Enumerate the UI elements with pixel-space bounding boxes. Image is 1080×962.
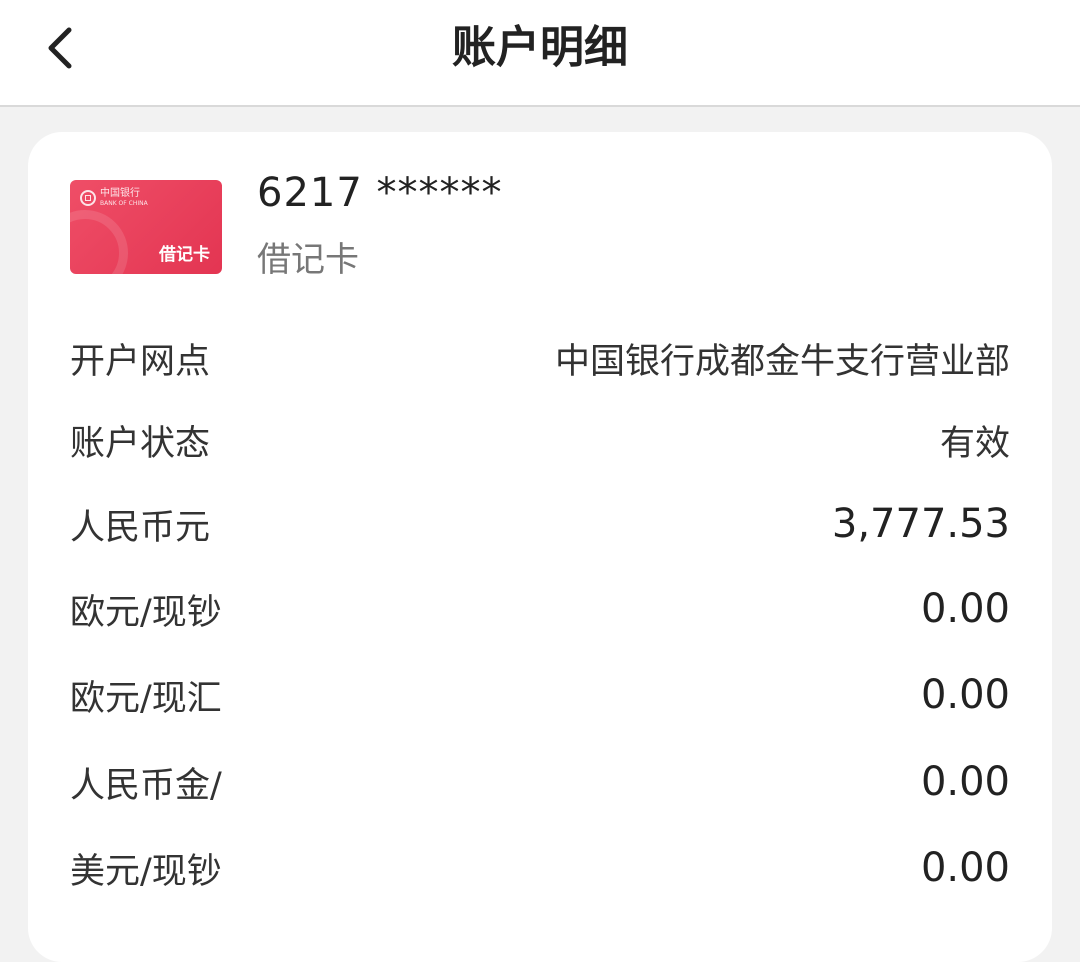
detail-value: 0.00 (920, 845, 1010, 891)
page-title: 账户明细 (452, 22, 628, 73)
detail-label: 欧元/现汇 (70, 678, 222, 719)
detail-value: 0.00 (920, 672, 1010, 718)
detail-row-cny-gold: 人民币金/ 0.00 (70, 752, 1010, 812)
card-image-type-label: 借记卡 (159, 245, 210, 265)
detail-label: 开户网点 (70, 341, 211, 382)
card-number: 6217 ****** (257, 170, 503, 216)
detail-row-usd-cash: 美元/现钞 0.00 (70, 838, 1010, 898)
detail-label: 人民币金/ (70, 765, 222, 806)
detail-row-eur-remit: 欧元/现汇 0.00 (70, 665, 1010, 725)
detail-row-branch: 开户网点 中国银行成都金牛支行营业部 (70, 328, 1010, 388)
detail-label: 人民币元 (70, 507, 211, 548)
bank-logo: 中国银行 BANK OF CHINA (80, 188, 148, 207)
detail-row-eur-cash: 欧元/现钞 0.00 (70, 579, 1010, 639)
account-detail-card: 中国银行 BANK OF CHINA 借记卡 6217 ****** 借记卡 开… (28, 132, 1052, 962)
bank-logo-icon (80, 189, 96, 206)
detail-value: 0.00 (920, 586, 1010, 632)
bank-card-image: 中国银行 BANK OF CHINA 借记卡 (70, 180, 222, 274)
detail-value: 有效 (939, 423, 1010, 464)
detail-label: 美元/现钞 (70, 851, 222, 892)
detail-value: 0.00 (920, 759, 1010, 805)
detail-value: 3,777.53 (831, 501, 1010, 547)
detail-label: 欧元/现钞 (70, 592, 222, 633)
detail-row-status: 账户状态 有效 (70, 410, 1010, 470)
bank-logo-name-en: BANK OF CHINA (100, 200, 148, 207)
detail-row-cny: 人民币元 3,777.53 (70, 494, 1010, 554)
detail-value: 中国银行成都金牛支行营业部 (554, 341, 1010, 382)
detail-label: 账户状态 (70, 423, 211, 464)
bank-logo-name: 中国银行 (100, 188, 140, 199)
top-nav-bar: 账户明细 (0, 0, 1080, 107)
card-type: 借记卡 (257, 240, 359, 280)
card-decoration (70, 210, 128, 274)
